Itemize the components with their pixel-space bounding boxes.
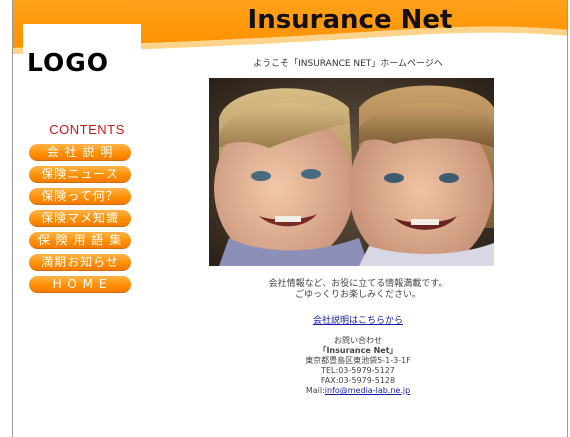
nav-tips-button[interactable]: 保険マメ知識 [29, 210, 131, 227]
welcome-text: ようこそ「INSURANCE NET」ホームページへ [253, 59, 443, 69]
contact-heading: お問い合わせ [334, 336, 382, 345]
contact-company: 「Insurance Net」 [318, 346, 398, 355]
mail-label: Mail: [305, 386, 325, 395]
nav-news-button[interactable]: 保険ニュース [29, 166, 131, 183]
nav-home-button[interactable]: H O M E [29, 276, 131, 293]
nav-maturity-notice-button[interactable]: 満期お知らせ [29, 254, 131, 271]
nav-glossary-button[interactable]: 保 険 用 語 集 [29, 232, 131, 249]
contact-address: 東京都豊島区東池袋5-1-3-1F [305, 356, 411, 365]
contents-heading: CONTENTS [49, 122, 125, 137]
info-text: 会社情報など、お役に立てる情報満載です。 ごゆっくりお楽しみください。 [213, 279, 503, 301]
logo[interactable]: LOGO [27, 48, 109, 77]
contact-block: お問い合わせ 「Insurance Net」 東京都豊島区東池袋5-1-3-1F… [213, 336, 503, 396]
contact-fax: FAX:03-5979-5128 [320, 376, 396, 385]
sidebar-nav: 会 社 説 明 保険ニュース 保険って何？ 保険マメ知識 保 険 用 語 集 満… [29, 144, 131, 298]
site-title: Insurance Net [247, 5, 453, 35]
nav-what-is-insurance-button[interactable]: 保険って何？ [29, 188, 131, 205]
info-line-1: 会社情報など、お役に立てる情報満載です。 [268, 279, 448, 289]
nav-company-button[interactable]: 会 社 説 明 [29, 144, 131, 161]
contact-tel: TEL:03-5979-5127 [321, 366, 395, 375]
contact-mail-row: Mail:info@media-lab.ne.jp [213, 386, 503, 396]
page-frame: LOGO Insurance Net ようこそ「INSURANCE NET」ホー… [12, 0, 568, 437]
hero-photo [209, 78, 494, 266]
company-info-link[interactable]: 会社説明はこちらから [213, 313, 503, 326]
mail-link[interactable]: info@media-lab.ne.jp [325, 386, 410, 395]
info-line-2: ごゆっくりお楽しみください。 [294, 290, 421, 300]
